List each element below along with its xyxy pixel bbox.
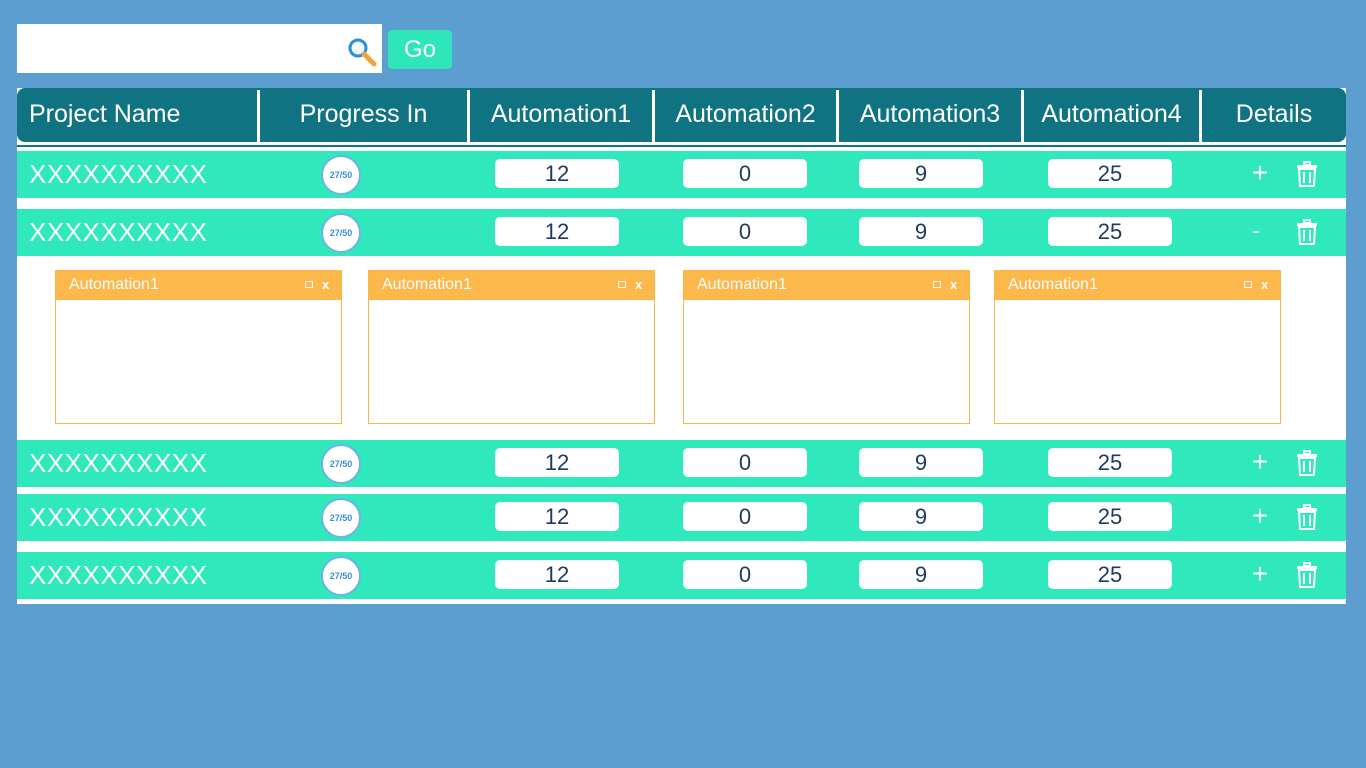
- automation-panel: Automation1 x: [994, 270, 1281, 424]
- expand-button[interactable]: +: [1245, 448, 1275, 478]
- automation2-value[interactable]: 0: [683, 560, 807, 589]
- automation-panel-header: Automation1 x: [56, 271, 341, 300]
- automation2-value[interactable]: 0: [683, 217, 807, 246]
- automation-panel-header: Automation1 x: [995, 271, 1280, 300]
- automation4-value[interactable]: 25: [1048, 159, 1172, 188]
- automation2-value[interactable]: 0: [683, 159, 807, 188]
- progress-indicator: 27/50: [321, 213, 361, 253]
- automation3-value[interactable]: 9: [859, 448, 983, 477]
- automation4-value[interactable]: 25: [1048, 217, 1172, 246]
- automation-panel-title: Automation1: [1008, 276, 1098, 293]
- automation1-value[interactable]: 12: [495, 159, 619, 188]
- project-table: Project Name Progress In Automation1 Aut…: [17, 88, 1346, 604]
- column-header-progress: Progress In: [299, 100, 428, 128]
- automation-panel: Automation1 x: [55, 270, 342, 424]
- maximize-icon[interactable]: [618, 281, 626, 288]
- collapse-button[interactable]: -: [1241, 217, 1271, 247]
- progress-indicator: 27/50: [321, 444, 361, 484]
- close-icon[interactable]: x: [635, 271, 642, 298]
- automation1-value[interactable]: 12: [495, 448, 619, 477]
- expand-button[interactable]: +: [1245, 560, 1275, 590]
- close-icon[interactable]: x: [950, 271, 957, 298]
- maximize-icon[interactable]: [933, 281, 941, 288]
- column-header-automation4: Automation4: [1041, 100, 1182, 128]
- column-header-automation1: Automation1: [490, 100, 632, 128]
- automation-panel-header: Automation1 x: [369, 271, 654, 300]
- automation3-value[interactable]: 9: [859, 217, 983, 246]
- table-row: XXXXXXXXXX 27/50 12 0 9 25 +: [17, 151, 1346, 198]
- search-box: [17, 24, 382, 73]
- trash-icon[interactable]: [1296, 504, 1318, 530]
- automation1-value[interactable]: 12: [495, 217, 619, 246]
- header-underline: [17, 145, 1346, 147]
- automation3-value[interactable]: 9: [859, 502, 983, 531]
- automation4-value[interactable]: 25: [1048, 502, 1172, 531]
- expand-button[interactable]: +: [1245, 159, 1275, 189]
- trash-icon[interactable]: [1296, 219, 1318, 245]
- progress-indicator: 27/50: [321, 556, 361, 596]
- progress-indicator: 27/50: [321, 155, 361, 195]
- automation1-value[interactable]: 12: [495, 502, 619, 531]
- automation2-value[interactable]: 0: [683, 502, 807, 531]
- automation-panel-title: Automation1: [382, 276, 472, 293]
- search-input[interactable]: [17, 24, 337, 73]
- maximize-icon[interactable]: [305, 281, 313, 288]
- trash-icon[interactable]: [1296, 161, 1318, 187]
- table-row: XXXXXXXXXX 27/50 12 0 9 25 +: [17, 440, 1346, 487]
- project-name: XXXXXXXXXX: [29, 502, 208, 532]
- go-button[interactable]: Go: [388, 30, 452, 69]
- close-icon[interactable]: x: [1261, 271, 1268, 298]
- automation3-value[interactable]: 9: [859, 159, 983, 188]
- progress-indicator: 27/50: [321, 498, 361, 538]
- trash-icon[interactable]: [1296, 450, 1318, 476]
- search-icon[interactable]: [347, 37, 377, 67]
- column-header-automation3: Automation3: [859, 100, 1001, 128]
- expand-button[interactable]: +: [1245, 502, 1275, 532]
- maximize-icon[interactable]: [1244, 281, 1252, 288]
- automation-panel: Automation1 x: [683, 270, 970, 424]
- project-name: XXXXXXXXXX: [29, 217, 208, 247]
- table-row: XXXXXXXXXX 27/50 12 0 9 25 +: [17, 552, 1346, 599]
- automation4-value[interactable]: 25: [1048, 560, 1172, 589]
- project-name: XXXXXXXXXX: [29, 560, 208, 590]
- automation-panel: Automation1 x: [368, 270, 655, 424]
- automation2-value[interactable]: 0: [683, 448, 807, 477]
- automation3-value[interactable]: 9: [859, 560, 983, 589]
- column-header-project-name: Project Name: [29, 100, 181, 128]
- close-icon[interactable]: x: [322, 271, 329, 298]
- automation-panel-header: Automation1 x: [684, 271, 969, 300]
- table-header: Project Name Progress In Automation1 Aut…: [17, 88, 1346, 142]
- project-name: XXXXXXXXXX: [29, 159, 208, 189]
- table-row: XXXXXXXXXX 27/50 12 0 9 25 -: [17, 209, 1346, 256]
- automation-panel-title: Automation1: [69, 276, 159, 293]
- column-header-details: Details: [1235, 100, 1313, 128]
- table-row: XXXXXXXXXX 27/50 12 0 9 25 +: [17, 494, 1346, 541]
- automation4-value[interactable]: 25: [1048, 448, 1172, 477]
- column-header-automation2: Automation2: [675, 100, 816, 128]
- page: Go Project Name Progress In Automation1 …: [0, 0, 1366, 768]
- project-name: XXXXXXXXXX: [29, 448, 208, 478]
- automation1-value[interactable]: 12: [495, 560, 619, 589]
- trash-icon[interactable]: [1296, 562, 1318, 588]
- automation-panel-title: Automation1: [697, 276, 787, 293]
